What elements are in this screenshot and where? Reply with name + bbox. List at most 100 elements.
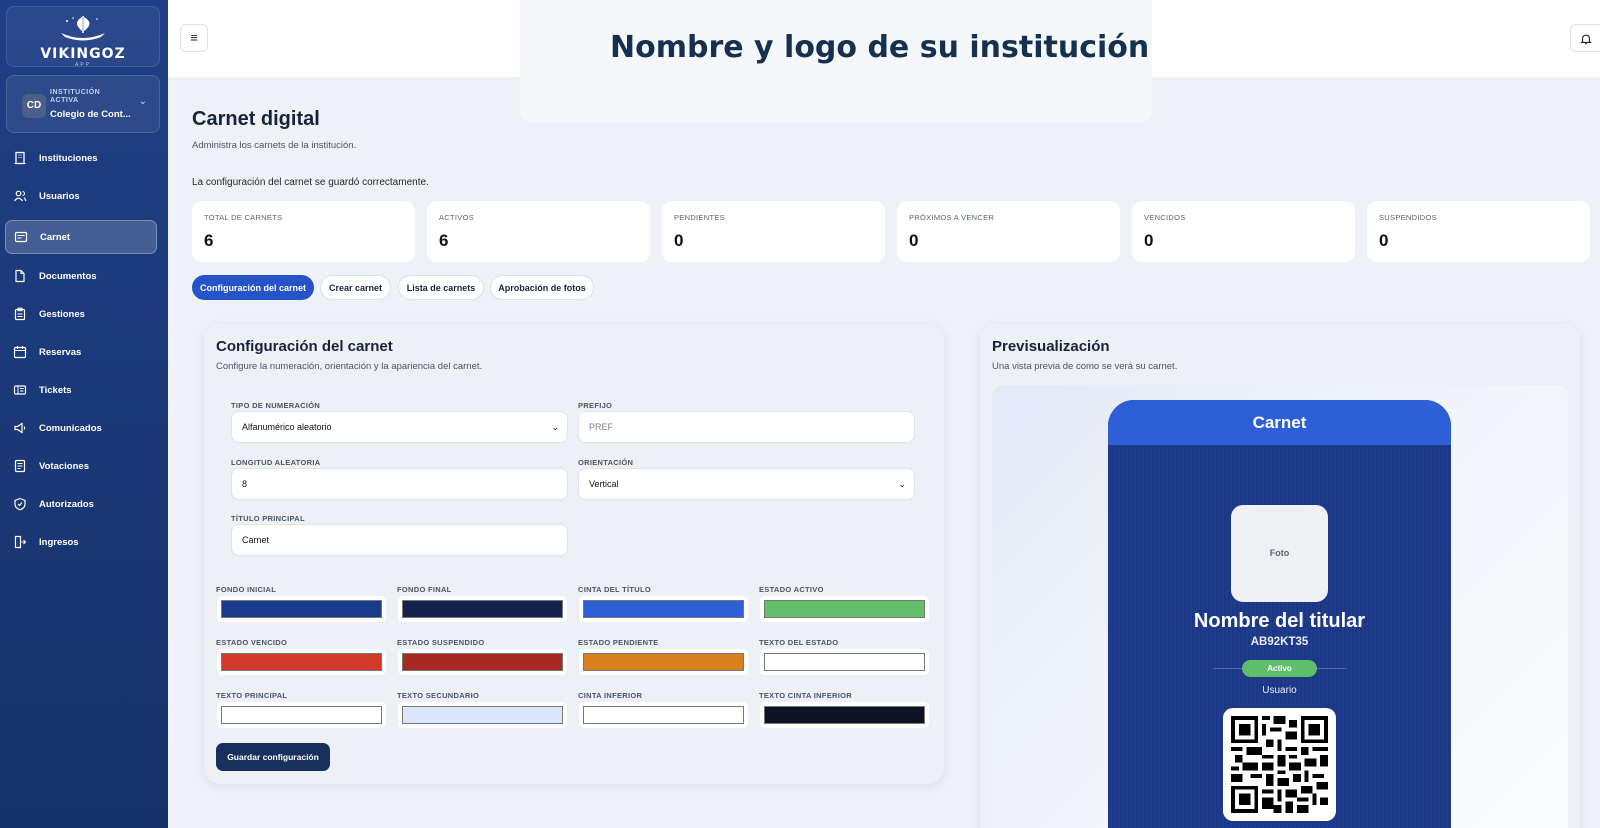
tab-crear-carnet[interactable]: Crear carnet [320, 275, 391, 300]
stat-value: 0 [674, 231, 684, 250]
color-swatch [583, 653, 744, 671]
color-label: TEXTO SECUNDARIO [397, 691, 480, 700]
stat-pendientes: PENDIENTES 0 [662, 201, 885, 262]
chevron-down-icon: ⌄ [551, 422, 559, 432]
preview-subtitle: Una vista previa de como se verá su carn… [992, 361, 1178, 372]
color-picker-fondo-final[interactable] [398, 596, 567, 622]
color-picker-cinta-inferior[interactable] [579, 702, 748, 728]
main-title-input[interactable]: Carnet [231, 524, 568, 556]
color-picker-texto-secundario[interactable] [398, 702, 567, 728]
color-swatch [221, 600, 382, 618]
color-swatch [402, 706, 563, 724]
stat-label: PENDIENTES [674, 213, 725, 222]
color-picker-estado-suspendido[interactable] [398, 649, 567, 675]
preview-title: Previsualización [992, 338, 1110, 355]
sidebar-item-tickets[interactable]: Tickets [5, 373, 157, 407]
color-picker-estado-pendiente[interactable] [579, 649, 748, 675]
clipboard-icon [13, 307, 27, 321]
chevron-down-icon: ⌄ [138, 96, 147, 107]
sidebar-item-ingresos[interactable]: Ingresos [5, 525, 157, 559]
id-card-title: Carnet [1108, 400, 1451, 445]
page-subtitle: Administra los carnets de la institución… [192, 140, 357, 151]
institution-name: Colegio de Cont... [50, 109, 131, 120]
color-picker-texto-cinta-inferior[interactable] [760, 702, 929, 728]
login-icon [13, 535, 27, 549]
sidebar-item-gestiones[interactable]: Gestiones [5, 297, 157, 331]
color-picker-estado-activo[interactable] [760, 596, 929, 622]
numbering-label: TIPO DE NUMERACIÓN [231, 401, 321, 410]
prefix-label: PREFIJO [578, 401, 613, 410]
color-picker-texto-estado[interactable] [760, 649, 929, 675]
shield-icon [13, 497, 27, 511]
institution-selector[interactable]: CD INSTITUCIÓN ACTIVA Colegio de Cont...… [6, 75, 160, 133]
save-config-button[interactable]: Guardar configuración [216, 743, 330, 771]
orientation-select[interactable]: Vertical ⌄ [578, 468, 915, 500]
stat-proximos-a-vencer: PRÓXIMOS A VENCER 0 [897, 201, 1120, 262]
sidebar-item-label: Votaciones [39, 460, 89, 472]
holder-role: Usuario [1262, 685, 1297, 696]
color-picker-texto-principal[interactable] [217, 702, 386, 728]
color-swatch [583, 600, 744, 618]
sidebar-item-carnet[interactable]: Carnet [5, 220, 157, 254]
color-picker-cinta-titulo[interactable] [579, 596, 748, 622]
color-swatch [764, 653, 925, 671]
color-label: CINTA INFERIOR [578, 691, 643, 700]
sidebar-item-label: Carnet [40, 231, 71, 243]
numbering-value: Alfanumérico aleatorio [242, 422, 332, 432]
sidebar-item-comunicados[interactable]: Comunicados [5, 411, 157, 445]
stat-label: TOTAL DE CARNETS [204, 213, 283, 222]
stat-value: 0 [1379, 231, 1389, 250]
stat-value: 0 [909, 231, 919, 250]
qr-code-icon [1231, 716, 1328, 813]
orientation-label: ORIENTACIÓN [578, 458, 634, 467]
color-label: TEXTO CINTA INFERIOR [759, 691, 852, 700]
stat-label: SUSPENDIDOS [1379, 213, 1437, 222]
prefix-placeholder: PREF [589, 422, 614, 432]
stat-label: VENCIDOS [1144, 213, 1186, 222]
success-notice: La configuración del carnet se guardó co… [192, 177, 429, 188]
id-card-preview: Carnet Foto Nombre del titular AB92KT35 … [1108, 400, 1451, 828]
color-picker-estado-vencido[interactable] [217, 649, 386, 675]
tab-configuracion[interactable]: Configuración del carnet [192, 275, 314, 300]
config-title: Configuración del carnet [216, 338, 393, 355]
length-input[interactable]: 8 [231, 468, 568, 500]
sidebar-item-instituciones[interactable]: Instituciones [5, 141, 157, 175]
color-label: TEXTO DEL ESTADO [759, 638, 839, 647]
chevron-down-icon: ⌄ [898, 479, 906, 489]
qr-code [1223, 708, 1336, 821]
sidebar-item-label: Instituciones [39, 152, 98, 164]
sidebar-item-label: Gestiones [39, 308, 85, 320]
sidebar-item-votaciones[interactable]: Votaciones [5, 449, 157, 483]
color-swatch [583, 706, 744, 724]
numbering-select[interactable]: Alfanumérico aleatorio ⌄ [231, 411, 568, 443]
sidebar-item-label: Reservas [39, 346, 82, 358]
sidebar: VIKINGOZ APP CD INSTITUCIÓN ACTIVA Coleg… [0, 0, 168, 828]
length-value: 8 [242, 479, 248, 489]
sidebar-item-reservas[interactable]: Reservas [5, 335, 157, 369]
institution-banner: Nombre y logo de su institución [520, 0, 1152, 122]
institution-label: INSTITUCIÓN ACTIVA [50, 89, 101, 104]
color-label: ESTADO SUSPENDIDO [397, 638, 485, 647]
stat-total: TOTAL DE CARNETS 6 [192, 201, 415, 262]
stat-label: ACTIVOS [439, 213, 475, 222]
sidebar-item-autorizados[interactable]: Autorizados [5, 487, 157, 521]
menu-toggle-button[interactable]: ≡ [180, 24, 208, 52]
sidebar-item-usuarios[interactable]: Usuarios [5, 179, 157, 213]
prefix-input[interactable]: PREF [578, 411, 915, 443]
color-picker-fondo-inicial[interactable] [217, 596, 386, 622]
stat-label: PRÓXIMOS A VENCER [909, 213, 995, 222]
ballot-icon [13, 459, 27, 473]
tab-aprobacion-de-fotos[interactable]: Aprobación de fotos [490, 275, 594, 300]
notifications-button[interactable] [1570, 24, 1600, 52]
page-title: Carnet digital [192, 108, 320, 130]
brand-logo[interactable]: VIKINGOZ APP [6, 6, 160, 68]
sidebar-item-documentos[interactable]: Documentos [5, 259, 157, 293]
tab-lista-de-carnets[interactable]: Lista de carnets [398, 275, 484, 300]
color-label: ESTADO ACTIVO [759, 585, 824, 594]
color-swatch [402, 653, 563, 671]
stat-value: 0 [1144, 231, 1154, 250]
brand-sub: APP [74, 62, 91, 68]
stat-activos: ACTIVOS 6 [427, 201, 650, 262]
stat-suspendidos: SUSPENDIDOS 0 [1367, 201, 1590, 262]
color-swatch [764, 600, 925, 618]
